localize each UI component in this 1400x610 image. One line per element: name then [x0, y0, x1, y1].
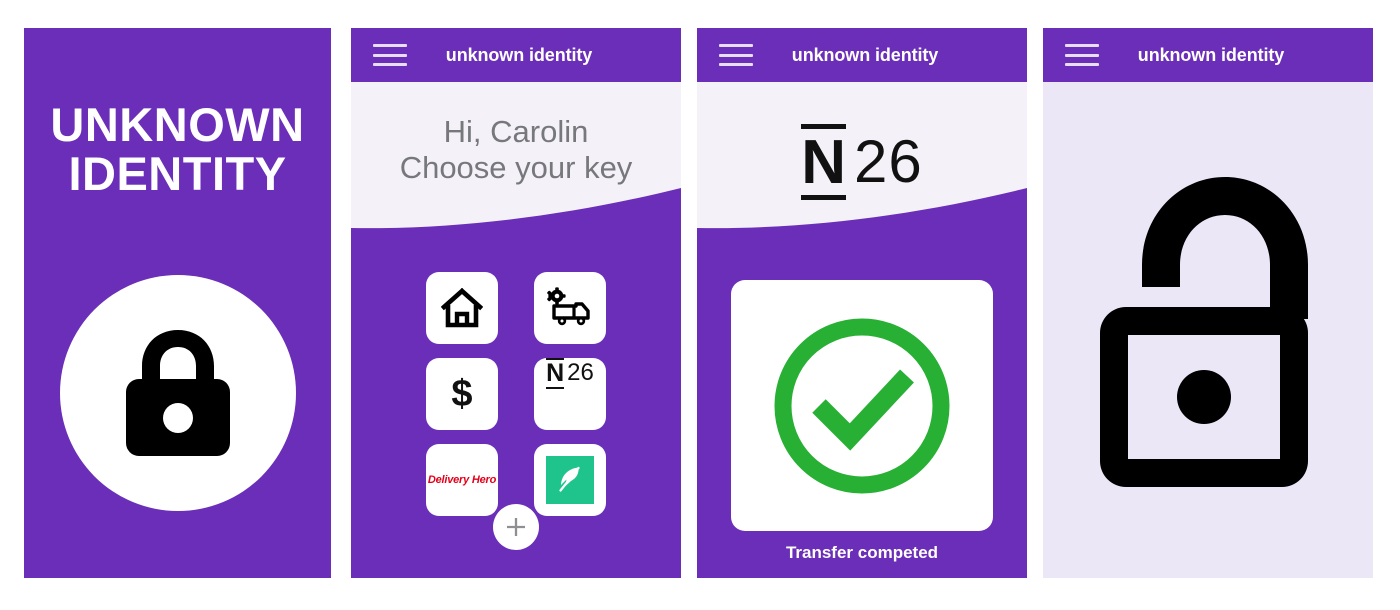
lock-closed-icon [125, 330, 230, 456]
hamburger-menu-icon[interactable] [719, 44, 753, 66]
n26-wordmark-number: 26 [854, 128, 923, 195]
splash-lock-badge [59, 275, 296, 511]
key-tile-money[interactable]: $ [426, 358, 498, 430]
n26-logo-icon-mark: N [546, 358, 565, 389]
add-key-button[interactable] [493, 504, 539, 550]
hamburger-menu-icon[interactable] [1065, 44, 1099, 66]
appbar-choose-key: unknown identity [351, 28, 681, 82]
splash-title: UNKNOWN IDENTITY [24, 100, 331, 199]
dollar-sign-icon: $ [451, 373, 473, 415]
wave-divider-icon [351, 188, 681, 250]
lock-open-icon [1100, 177, 1308, 487]
appbar-unlocked: unknown identity [1043, 28, 1373, 82]
key-grid: $ N 26 Delivery Hero [351, 272, 681, 516]
n26-logo-icon-number: 26 [567, 359, 594, 386]
plus-icon [507, 518, 525, 536]
appbar-title: unknown identity [1137, 44, 1285, 65]
appbar-transfer-success: unknown identity [697, 28, 1027, 82]
hamburger-menu-icon[interactable] [373, 44, 407, 66]
screenshot-canvas: UNKNOWN IDENTITY Hi, Carolin Choose your… [0, 0, 1400, 610]
delivery-truck-settings-icon [547, 287, 590, 326]
phone-screen-unlocked: unknown identity [1043, 28, 1373, 578]
robinhood-feather-icon [559, 466, 580, 492]
key-tile-delivery[interactable] [534, 272, 606, 344]
n26-wordmark-mark: N [801, 124, 847, 200]
phone-screen-transfer-success: N 26 unknown identity Transfer competed [697, 28, 1027, 578]
key-tile-n26[interactable]: N 26 [534, 358, 606, 430]
check-circle-icon [774, 318, 950, 493]
splash-title-line-2: IDENTITY [68, 147, 287, 201]
transfer-status-text: Transfer competed [785, 543, 939, 562]
home-icon [441, 288, 483, 328]
key-tile-robinhood[interactable] [534, 444, 606, 516]
greeting-line-1: Hi, Carolin [443, 114, 589, 149]
greeting-line-2: Choose your key [399, 149, 633, 185]
greeting-text: Hi, Carolin Choose your key [351, 114, 681, 186]
splash-title-line-1: UNKNOWN [50, 98, 305, 151]
appbar-title: unknown identity [791, 44, 939, 65]
delivery-hero-logo-icon: Delivery Hero [427, 474, 497, 486]
key-tile-home[interactable] [426, 272, 498, 344]
key-tile-delivery-hero[interactable]: Delivery Hero [426, 444, 498, 516]
robinhood-tile-bg [546, 456, 594, 504]
appbar-title: unknown identity [445, 44, 593, 65]
success-card [731, 280, 993, 531]
unlock-body [1043, 82, 1373, 578]
phone-screen-choose-key: Hi, Carolin Choose your key unknown iden… [351, 28, 681, 578]
phone-screen-splash: UNKNOWN IDENTITY [24, 28, 331, 578]
n26-wordmark: N 26 [697, 124, 1027, 200]
